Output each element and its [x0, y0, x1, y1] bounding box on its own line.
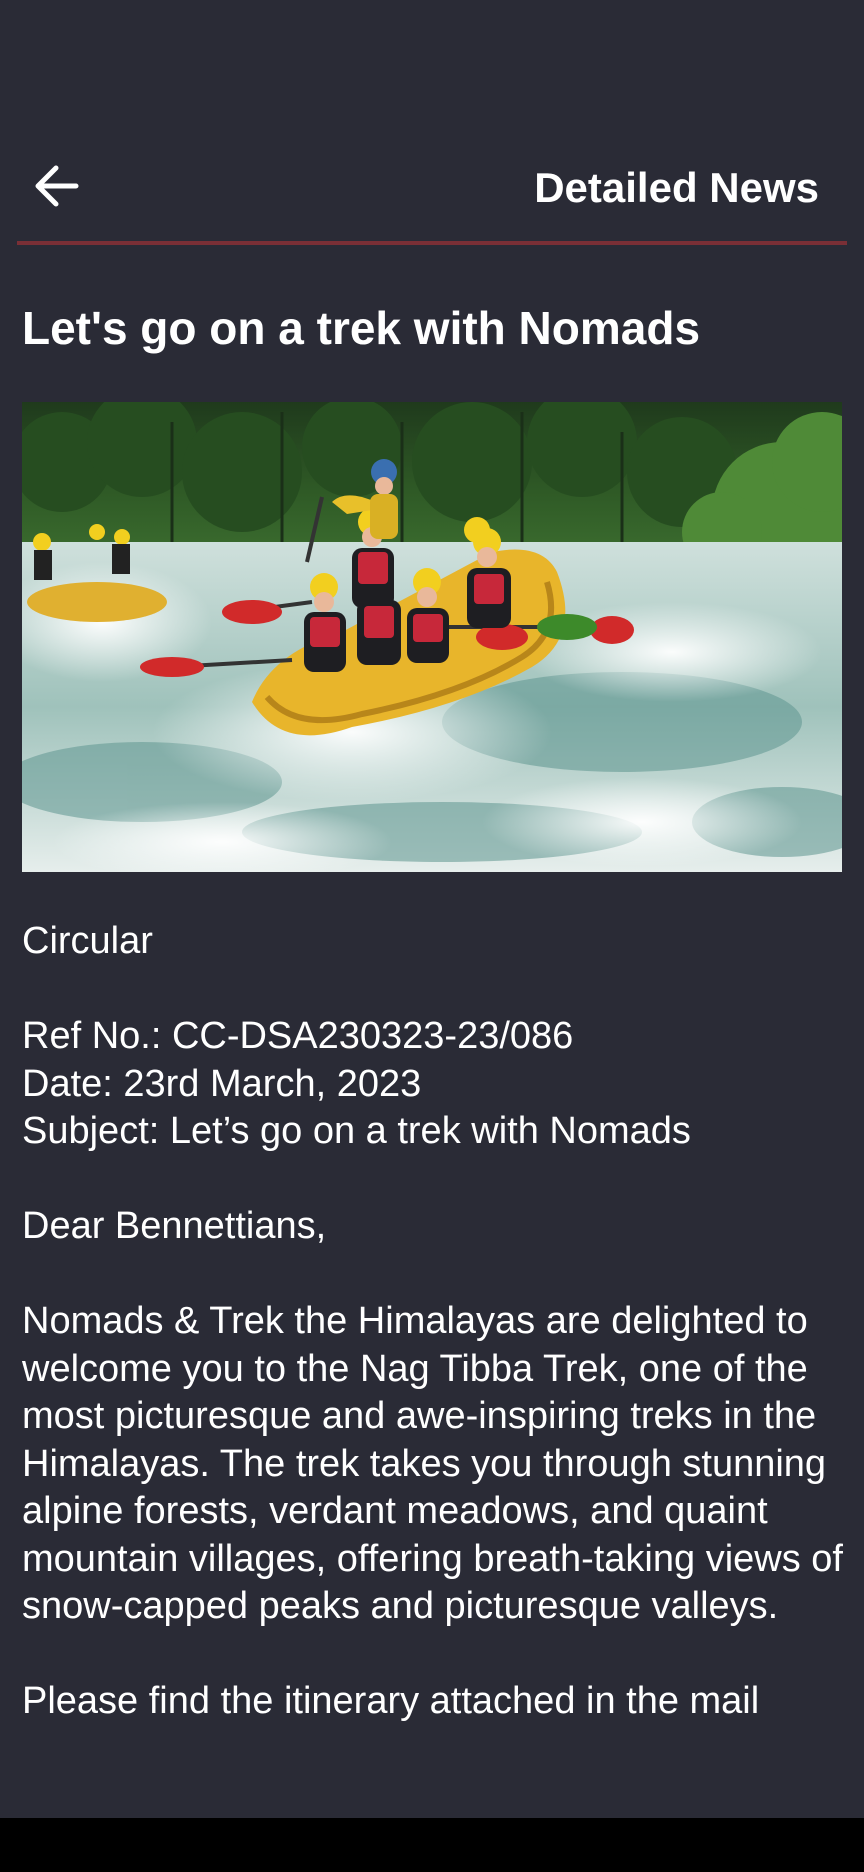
system-navigation-bar: [0, 1818, 864, 1872]
news-body-text: Circular Ref No.: CC-DSA230323-23/086 Da…: [22, 920, 843, 1722]
news-title: Let's go on a trek with Nomads: [22, 302, 701, 354]
news-detail-screen: Detailed News Let's go on a trek with No…: [0, 0, 864, 1818]
news-body-container[interactable]: Circular Ref No.: CC-DSA230323-23/086 Da…: [22, 918, 852, 1753]
news-image: [22, 402, 842, 872]
back-button[interactable]: [22, 160, 90, 216]
header-divider: [17, 241, 847, 245]
page-title: Detailed News: [534, 164, 819, 211]
arrow-left-icon: [32, 164, 80, 213]
app-header: Detailed News: [0, 140, 864, 246]
